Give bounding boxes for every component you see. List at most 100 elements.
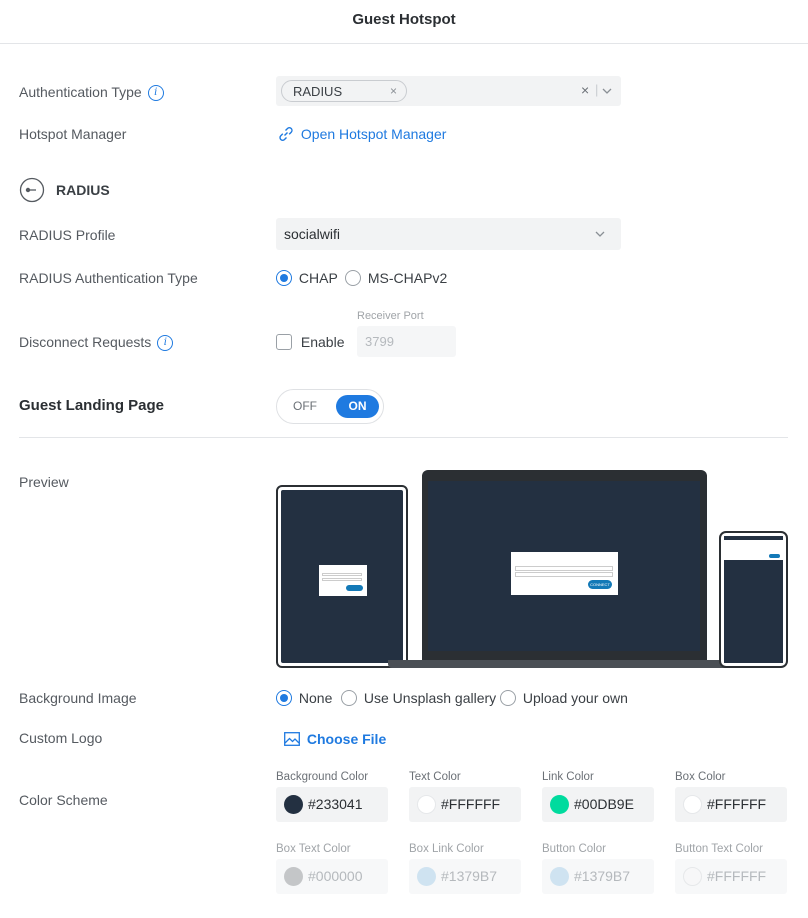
link-color-input[interactable]: #00DB9E	[542, 787, 654, 822]
authentication-type-text: Authentication Type	[19, 84, 142, 100]
link-color-value: #00DB9E	[574, 796, 634, 812]
radio-bg-unsplash-control[interactable]	[341, 690, 357, 707]
phone-preview	[719, 531, 788, 668]
toggle-off-label: OFF	[293, 399, 317, 413]
button-color-swatch[interactable]	[550, 867, 569, 886]
radius-auth-type-label: RADIUS Authentication Type	[19, 270, 198, 286]
box-text-color-label: Box Text Color	[276, 843, 351, 855]
box-text-color-value: #000000	[308, 868, 363, 884]
radio-chap-control[interactable]	[276, 270, 292, 287]
button-color-label: Button Color	[542, 843, 606, 855]
text-color-swatch[interactable]	[417, 795, 436, 814]
text-color-value: #FFFFFF	[441, 796, 501, 812]
disconnect-requests-label: Disconnect Requests i	[19, 334, 174, 352]
button-text-color-swatch[interactable]	[683, 867, 702, 886]
button-color-field: Button Color #1379B7	[542, 843, 654, 894]
background-color-swatch[interactable]	[284, 795, 303, 814]
select-separator: |	[595, 82, 599, 97]
landing-page-toggle[interactable]: OFF ON	[276, 389, 384, 424]
authentication-type-select[interactable]: RADIUS × × |	[276, 76, 621, 106]
background-color-label: Background Color	[276, 771, 369, 783]
custom-logo-label: Custom Logo	[19, 730, 103, 746]
authentication-type-label: Authentication Type i	[19, 84, 164, 102]
link-icon	[279, 127, 293, 142]
button-color-input[interactable]: #1379B7	[542, 859, 654, 894]
box-color-swatch[interactable]	[683, 795, 702, 814]
laptop-screen: CONNECT	[428, 481, 700, 651]
info-icon[interactable]: i	[147, 85, 164, 102]
receiver-port-label: Receiver Port	[357, 310, 424, 322]
disconnect-requests-text: Disconnect Requests	[19, 334, 152, 350]
guest-landing-page-title: Guest Landing Page	[19, 397, 165, 414]
tablet-login-box	[319, 565, 367, 596]
box-text-color-swatch[interactable]	[284, 867, 303, 886]
radio-bg-none[interactable]: None	[276, 689, 333, 707]
choose-file-label: Choose File	[306, 731, 387, 748]
radio-bg-upload-control[interactable]	[500, 690, 516, 707]
box-color-field: Box Color #FFFFFF	[675, 771, 787, 822]
radius-chip-label: RADIUS	[293, 84, 343, 99]
clear-icon[interactable]: ×	[581, 82, 589, 98]
box-link-color-swatch[interactable]	[417, 867, 436, 886]
radio-bg-upload[interactable]: Upload your own	[500, 689, 628, 707]
button-text-color-label: Button Text Color	[675, 843, 764, 855]
radius-section-icon	[19, 177, 45, 203]
info-icon[interactable]: i	[157, 335, 174, 352]
box-color-value: #FFFFFF	[707, 796, 767, 812]
radio-chap[interactable]: CHAP	[276, 269, 338, 287]
radius-chip: RADIUS ×	[281, 80, 407, 102]
preview-connect-button: CONNECT	[588, 580, 612, 589]
background-image-label: Background Image	[19, 690, 137, 706]
button-text-color-value: #FFFFFF	[707, 868, 767, 884]
open-hotspot-manager-link[interactable]: Open Hotspot Manager	[278, 125, 446, 142]
choose-file-button[interactable]: Choose File	[284, 730, 386, 747]
background-color-input[interactable]: #233041	[276, 787, 388, 822]
box-link-color-input[interactable]: #1379B7	[409, 859, 521, 894]
background-color-value: #233041	[308, 796, 363, 812]
page-title: Guest Hotspot	[352, 11, 456, 28]
enable-checkbox-control[interactable]	[276, 334, 292, 351]
box-text-color-field: Box Text Color #000000	[276, 843, 388, 894]
radius-profile-select[interactable]: socialwifi	[276, 218, 621, 250]
tablet-preview	[276, 485, 408, 668]
button-color-value: #1379B7	[574, 868, 631, 884]
tablet-screen	[281, 490, 403, 663]
open-hotspot-manager-text: Open Hotspot Manager	[300, 126, 447, 143]
radio-ms-chapv2-label: MS-CHAPv2	[367, 270, 448, 287]
chip-remove-icon[interactable]: ×	[390, 84, 397, 98]
box-link-color-value: #1379B7	[441, 868, 498, 884]
receiver-port-value: 3799	[365, 334, 394, 349]
box-color-label: Box Color	[675, 771, 726, 783]
hotspot-manager-label: Hotspot Manager	[19, 126, 127, 142]
radio-bg-unsplash[interactable]: Use Unsplash gallery	[341, 689, 497, 707]
image-icon	[284, 732, 300, 747]
radio-ms-chapv2-control[interactable]	[345, 270, 361, 287]
preview-label: Preview	[19, 474, 69, 490]
text-color-input[interactable]: #FFFFFF	[409, 787, 521, 822]
box-link-color-label: Box Link Color	[409, 843, 484, 855]
box-color-input[interactable]: #FFFFFF	[675, 787, 787, 822]
chevron-down-icon	[595, 231, 605, 237]
chevron-down-icon[interactable]	[602, 87, 612, 95]
link-color-field: Link Color #00DB9E	[542, 771, 654, 822]
text-color-field: Text Color #FFFFFF	[409, 771, 521, 822]
laptop-base	[388, 660, 739, 668]
receiver-port-input[interactable]: 3799	[357, 326, 456, 357]
phone-screen	[724, 536, 783, 663]
radio-ms-chapv2[interactable]: MS-CHAPv2	[345, 269, 448, 287]
button-text-color-input[interactable]: #FFFFFF	[675, 859, 787, 894]
radio-bg-unsplash-label: Use Unsplash gallery	[363, 690, 497, 707]
text-color-label: Text Color	[409, 771, 461, 783]
phone-login-box	[724, 540, 783, 560]
enable-checkbox[interactable]: Enable	[276, 333, 344, 351]
toggle-on-label: ON	[336, 395, 379, 418]
button-text-color-field: Button Text Color #FFFFFF	[675, 843, 787, 894]
section-divider	[19, 437, 788, 438]
radio-bg-none-label: None	[298, 690, 333, 707]
link-color-swatch[interactable]	[550, 795, 569, 814]
link-color-label: Link Color	[542, 771, 594, 783]
box-text-color-input[interactable]: #000000	[276, 859, 388, 894]
laptop-login-box: CONNECT	[511, 552, 618, 595]
radio-bg-none-control[interactable]	[276, 690, 292, 707]
box-link-color-field: Box Link Color #1379B7	[409, 843, 521, 894]
